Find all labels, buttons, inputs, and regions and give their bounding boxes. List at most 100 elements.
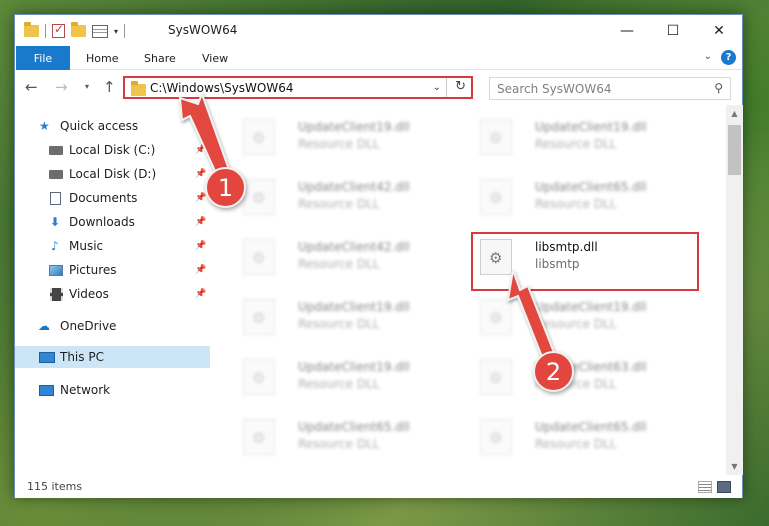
tab-share[interactable]: Share xyxy=(144,46,176,70)
videos-icon xyxy=(50,287,63,301)
dll-file-icon xyxy=(243,299,275,335)
maximize-button[interactable]: ☐ xyxy=(650,15,696,46)
sidebar-item-label: OneDrive xyxy=(60,319,117,333)
sidebar-item-network[interactable]: Network xyxy=(15,379,210,401)
status-bar: 115 items xyxy=(15,477,742,498)
sidebar-item-videos[interactable]: Videos 📌 xyxy=(15,283,210,305)
file-description: Resource DLL xyxy=(535,317,617,331)
address-bar[interactable]: C:\Windows\SysWOW64 ⌄ ↻ xyxy=(123,76,473,99)
back-arrow-icon[interactable]: ← xyxy=(25,78,38,96)
close-button[interactable]: ✕ xyxy=(696,15,742,46)
star-icon: ★ xyxy=(39,119,50,133)
file-item[interactable]: UpdateClient65.dll Resource DLL xyxy=(472,171,682,221)
large-icons-view-icon[interactable] xyxy=(717,481,731,493)
sidebar-item-label: Documents xyxy=(69,191,138,205)
file-item[interactable]: UpdateClient19.dll Resource DLL xyxy=(235,351,445,401)
file-item[interactable]: UpdateClient63.dll Resource DLL xyxy=(472,351,682,401)
tab-view[interactable]: View xyxy=(202,46,228,70)
file-description: Resource DLL xyxy=(298,317,380,331)
navigation-pane: ★ Quick access Local Disk (C:) 📌 Local D… xyxy=(15,113,210,473)
properties-icon[interactable] xyxy=(92,24,108,38)
onedrive-icon: ☁ xyxy=(38,319,50,333)
documents-icon xyxy=(50,191,61,205)
tab-home[interactable]: Home xyxy=(86,46,118,70)
sidebar-item-label: Local Disk (D:) xyxy=(69,167,157,181)
pin-icon[interactable]: 📌 xyxy=(195,289,206,299)
help-icon[interactable]: ? xyxy=(721,50,736,65)
customize-toolbar-chevron-icon[interactable]: ▾ xyxy=(114,27,118,36)
pin-icon[interactable]: 📌 xyxy=(195,169,206,179)
file-name: UpdateClient19.dll xyxy=(298,360,410,374)
up-arrow-icon[interactable]: ↑ xyxy=(103,78,116,96)
dll-file-icon xyxy=(243,179,275,215)
step-1-badge: 1 xyxy=(205,167,246,208)
file-description: Resource DLL xyxy=(535,437,617,451)
search-input[interactable] xyxy=(497,80,697,97)
tab-file[interactable]: File xyxy=(16,46,70,70)
highlight-box-libsmtp xyxy=(471,232,699,291)
pin-icon[interactable]: 📌 xyxy=(195,241,206,251)
folder-icon xyxy=(131,81,146,96)
sidebar-item-label: Videos xyxy=(69,287,109,301)
scroll-down-arrow-icon[interactable]: ▼ xyxy=(726,458,743,475)
scroll-thumb[interactable] xyxy=(728,125,741,175)
pin-icon[interactable]: 📌 xyxy=(195,217,206,227)
sidebar-item-label: Downloads xyxy=(69,215,135,229)
file-name: UpdateClient19.dll xyxy=(535,300,647,314)
refresh-icon[interactable]: ↻ xyxy=(455,79,466,94)
file-item[interactable]: UpdateClient19.dll Resource DLL xyxy=(472,111,682,161)
dll-file-icon xyxy=(243,239,275,275)
sidebar-item-local-disk-d[interactable]: Local Disk (D:) 📌 xyxy=(15,163,210,185)
quick-access-toolbar: ▾ xyxy=(24,22,126,40)
item-count: 115 items xyxy=(27,480,83,493)
file-description: Resource DLL xyxy=(298,257,380,271)
file-description: Resource DLL xyxy=(298,437,380,451)
sidebar-item-music[interactable]: ♪ Music 📌 xyxy=(15,235,210,257)
new-folder-icon[interactable] xyxy=(71,22,86,37)
sidebar-item-onedrive[interactable]: ☁ OneDrive xyxy=(15,315,210,337)
file-name: UpdateClient19.dll xyxy=(535,120,647,134)
downloads-icon: ⬇ xyxy=(50,215,61,229)
address-path[interactable]: C:\Windows\SysWOW64 xyxy=(150,81,294,95)
recent-locations-chevron-icon[interactable]: ▾ xyxy=(85,82,89,91)
network-icon xyxy=(39,384,54,396)
sidebar-item-quick-access[interactable]: ★ Quick access xyxy=(15,115,210,137)
scroll-up-arrow-icon[interactable]: ▲ xyxy=(726,105,743,122)
file-item[interactable]: UpdateClient19.dll Resource DLL xyxy=(235,291,445,341)
search-icon[interactable]: ⚲ xyxy=(714,81,723,95)
address-history-chevron-icon[interactable]: ⌄ xyxy=(433,82,441,93)
file-name: UpdateClient65.dll xyxy=(535,420,647,434)
details-view-icon[interactable] xyxy=(698,481,712,493)
properties-checkbox-icon[interactable] xyxy=(52,22,65,38)
pin-icon[interactable]: 📌 xyxy=(195,265,206,275)
sidebar-item-documents[interactable]: Documents 📌 xyxy=(15,187,210,209)
file-item[interactable]: UpdateClient65.dll Resource DLL xyxy=(235,411,445,461)
file-item[interactable]: UpdateClient42.dll Resource DLL xyxy=(235,231,445,281)
minimize-button[interactable]: — xyxy=(604,15,650,46)
toolbar-divider xyxy=(124,24,126,38)
pin-icon[interactable]: 📌 xyxy=(195,145,206,155)
file-name: UpdateClient19.dll xyxy=(298,120,410,134)
file-item[interactable]: UpdateClient65.dll Resource DLL xyxy=(472,411,682,461)
pin-icon[interactable]: 📌 xyxy=(195,193,206,203)
sidebar-item-local-disk-c[interactable]: Local Disk (C:) 📌 xyxy=(15,139,210,161)
toolbar-divider xyxy=(45,24,46,38)
vertical-scrollbar[interactable]: ▲ ▼ xyxy=(726,105,743,475)
sidebar-item-downloads[interactable]: ⬇ Downloads 📌 xyxy=(15,211,210,233)
expand-ribbon-chevron-icon[interactable]: ⌄ xyxy=(704,51,712,62)
dll-file-icon xyxy=(243,359,275,395)
file-item[interactable]: UpdateClient19.dll Resource DLL xyxy=(235,111,445,161)
pictures-icon xyxy=(49,264,63,276)
sidebar-item-pictures[interactable]: Pictures 📌 xyxy=(15,259,210,281)
file-description: Resource DLL xyxy=(298,377,380,391)
search-box[interactable]: ⚲ xyxy=(489,77,731,100)
dll-file-icon xyxy=(480,179,512,215)
forward-arrow-icon[interactable]: → xyxy=(55,78,68,96)
file-description: Resource DLL xyxy=(298,137,380,151)
file-item[interactable]: UpdateClient42.dll Resource DLL xyxy=(235,171,445,221)
drive-icon xyxy=(49,169,63,179)
sidebar-item-this-pc[interactable]: This PC xyxy=(15,346,210,368)
file-name: UpdateClient19.dll xyxy=(298,300,410,314)
file-name: UpdateClient65.dll xyxy=(298,420,410,434)
file-item[interactable]: UpdateClient19.dll Resource DLL xyxy=(472,291,682,341)
